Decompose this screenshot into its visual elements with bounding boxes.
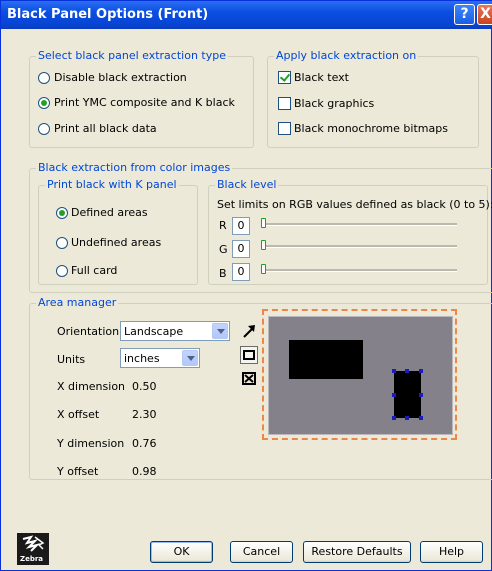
channel-b-value[interactable]: 0: [232, 263, 250, 281]
title-help-button[interactable]: ?: [454, 4, 475, 25]
resize-handle[interactable]: [392, 369, 396, 373]
apply-on-legend: Apply black extraction on: [274, 49, 419, 62]
resize-handle[interactable]: [419, 393, 423, 397]
resize-handle[interactable]: [392, 393, 396, 397]
x-dimension-label: X dimension: [57, 380, 126, 393]
channel-g-slider-thumb[interactable]: [261, 240, 266, 250]
radio-undefined-areas[interactable]: [56, 237, 68, 249]
radio-undefined-areas-label[interactable]: Undefined areas: [71, 236, 161, 249]
radio-print-all-black[interactable]: [38, 123, 50, 135]
units-select[interactable]: inches: [120, 348, 200, 368]
title-bar[interactable]: Black Panel Options (Front) ? X: [1, 1, 492, 29]
channel-r-slider-thumb[interactable]: [261, 218, 266, 228]
area-manager-legend: Area manager: [36, 296, 119, 309]
channel-g-value[interactable]: 0: [232, 240, 250, 258]
radio-defined-areas[interactable]: [56, 207, 68, 219]
zebra-logo-text: Zebra: [20, 555, 44, 563]
orientation-select[interactable]: Landscape: [120, 321, 230, 341]
radio-defined-areas-label[interactable]: Defined areas: [71, 206, 148, 219]
ok-button[interactable]: OK: [150, 541, 213, 563]
black-level-legend: Black level: [215, 178, 279, 191]
y-offset-label: Y offset: [57, 465, 99, 478]
defined-area-rect[interactable]: [289, 340, 363, 379]
resize-handle[interactable]: [405, 416, 409, 420]
radio-print-all-black-label[interactable]: Print all black data: [54, 122, 157, 135]
units-label: Units: [57, 353, 86, 366]
channel-g-slider-track[interactable]: [263, 245, 457, 248]
y-dimension-label: Y dimension: [57, 437, 125, 450]
card-preview-surface[interactable]: [268, 316, 453, 435]
zebra-logo: Zebra: [17, 533, 49, 565]
checkbox-black-graphics[interactable]: [278, 97, 291, 110]
resize-handle[interactable]: [405, 369, 409, 373]
resize-handle[interactable]: [392, 416, 396, 420]
selected-area-rect[interactable]: [394, 371, 421, 418]
checkbox-black-text[interactable]: [278, 71, 291, 84]
title-close-button[interactable]: X: [477, 4, 492, 25]
channel-b-slider-thumb[interactable]: [261, 264, 266, 274]
checkbox-black-text-label[interactable]: Black text: [294, 71, 349, 84]
channel-b-label: B: [219, 267, 227, 280]
x-dimension-value: 0.50: [132, 380, 157, 393]
chevron-down-icon[interactable]: [212, 323, 228, 339]
restore-defaults-button[interactable]: Restore Defaults: [303, 541, 411, 563]
radio-full-card[interactable]: [56, 265, 68, 277]
pointer-arrow-icon[interactable]: [240, 322, 258, 340]
units-select-value: inches: [124, 352, 160, 365]
card-preview[interactable]: [262, 309, 457, 440]
chevron-down-icon[interactable]: [182, 350, 198, 366]
k-panel-legend: Print black with K panel: [45, 178, 179, 191]
radio-print-ymc-composite[interactable]: [38, 97, 50, 109]
checkbox-black-monochrome-label[interactable]: Black monochrome bitmaps: [294, 122, 448, 135]
radio-print-ymc-composite-label[interactable]: Print YMC composite and K black: [54, 96, 235, 109]
orientation-select-value: Landscape: [124, 325, 184, 338]
radio-full-card-label[interactable]: Full card: [71, 264, 117, 277]
dialog-window: Black Panel Options (Front) ? X Select b…: [0, 0, 492, 571]
resize-handle[interactable]: [419, 416, 423, 420]
x-offset-label: X offset: [57, 408, 100, 421]
orientation-label: Orientation: [57, 325, 120, 338]
channel-r-label: R: [219, 219, 227, 232]
channel-b-slider-track[interactable]: [263, 269, 457, 272]
window-title: Black Panel Options (Front): [7, 7, 209, 22]
resize-handle[interactable]: [419, 369, 423, 373]
extraction-type-legend: Select black panel extraction type: [36, 49, 228, 62]
radio-disable-extraction[interactable]: [38, 72, 50, 84]
delete-area-icon[interactable]: [240, 370, 258, 388]
channel-g-label: G: [219, 243, 228, 256]
channel-r-slider-track[interactable]: [263, 223, 457, 226]
y-offset-value: 0.98: [132, 465, 157, 478]
cancel-button[interactable]: Cancel: [230, 541, 293, 563]
checkbox-black-graphics-label[interactable]: Black graphics: [294, 97, 374, 110]
color-images-legend: Black extraction from color images: [36, 161, 233, 174]
x-offset-value: 2.30: [132, 408, 157, 421]
y-dimension-value: 0.76: [132, 437, 157, 450]
help-button[interactable]: Help: [420, 541, 483, 563]
black-level-description: Set limits on RGB values defined as blac…: [217, 198, 492, 211]
channel-r-value[interactable]: 0: [232, 217, 250, 235]
checkbox-black-monochrome[interactable]: [278, 122, 291, 135]
radio-disable-extraction-label[interactable]: Disable black extraction: [54, 71, 187, 84]
rectangle-tool-icon[interactable]: [240, 346, 258, 364]
